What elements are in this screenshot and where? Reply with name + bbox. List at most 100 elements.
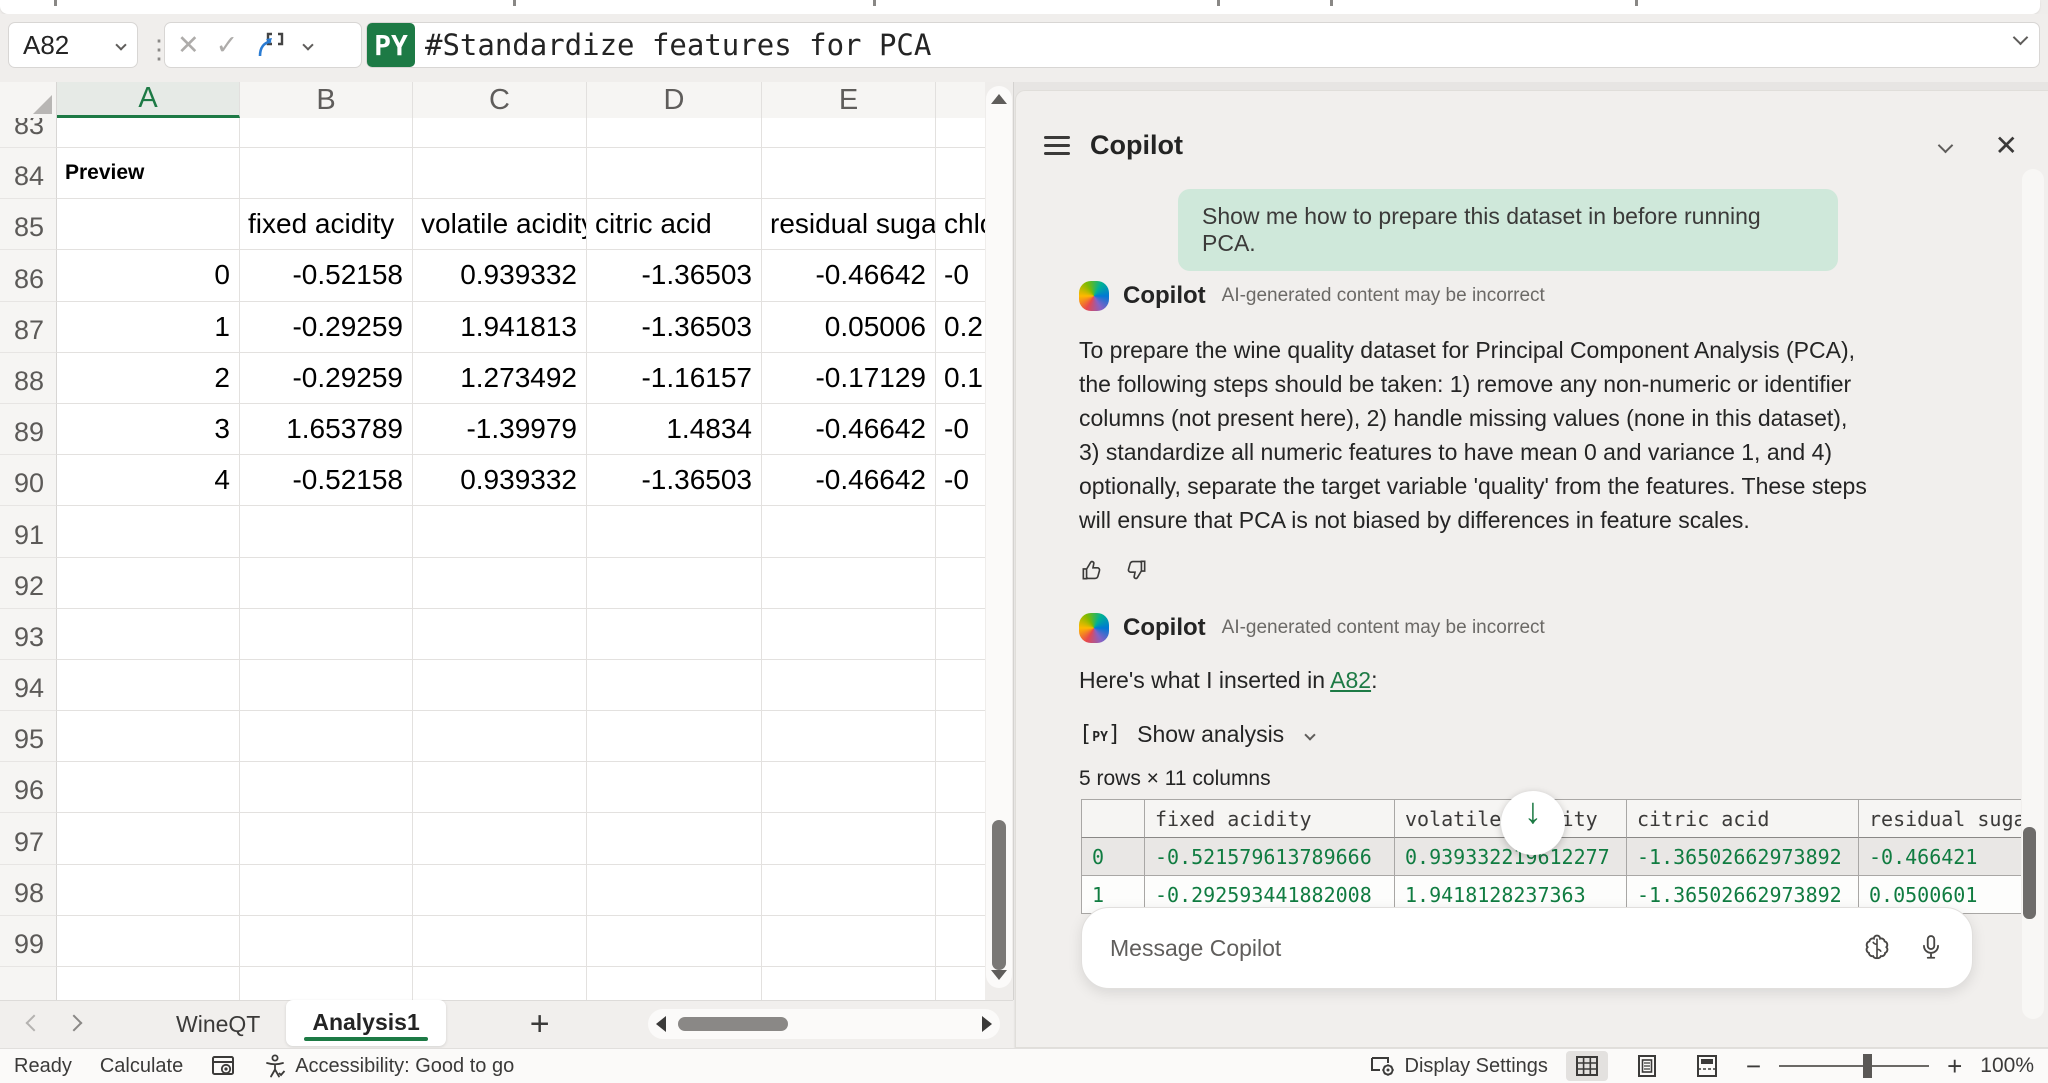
cell[interactable] [587,609,762,660]
tab-nav-right-icon[interactable] [54,1016,94,1034]
cell[interactable] [240,609,413,660]
cell[interactable] [57,506,240,557]
column-header-C[interactable]: C [413,82,587,118]
row-header-88[interactable]: 88 [0,353,57,404]
cell[interactable]: -1.36503 [587,250,762,301]
cell[interactable] [936,813,985,864]
cell[interactable] [936,865,985,916]
row-header-95[interactable]: 95 [0,711,57,762]
cell[interactable] [587,660,762,711]
cell[interactable] [240,118,413,148]
row-header-99[interactable]: 99 [0,916,57,967]
cell[interactable]: citric acid [587,199,762,250]
row-header-97[interactable]: 97 [0,813,57,864]
cell[interactable]: 1.273492 [413,353,587,404]
sheet-horizontal-scrollbar[interactable] [648,1009,1000,1039]
row-header-83[interactable]: 83 [0,118,57,148]
hscroll-right-icon[interactable] [982,1016,992,1032]
cell[interactable] [587,148,762,199]
cell[interactable]: -0.46642 [762,250,936,301]
row-header-92[interactable]: 92 [0,558,57,609]
row-header-89[interactable]: 89 [0,404,57,455]
select-all-corner[interactable] [0,82,57,118]
view-page-break-button[interactable] [1686,1051,1728,1081]
cell[interactable] [762,916,936,967]
cell[interactable] [936,506,985,557]
cell[interactable]: 1.653789 [240,404,413,455]
cell[interactable] [762,118,936,148]
inserted-cell-link[interactable]: A82 [1330,667,1371,693]
cell[interactable] [936,660,985,711]
column-header-A[interactable]: A [57,82,240,118]
cell[interactable] [413,558,587,609]
row-header-94[interactable]: 94 [0,660,57,711]
cell[interactable] [57,967,240,1000]
cell[interactable] [587,865,762,916]
cell[interactable] [762,813,936,864]
display-settings-button[interactable]: Display Settings [1369,1054,1548,1078]
cell[interactable] [413,148,587,199]
column-header-partial[interactable] [936,82,985,118]
cell[interactable] [240,762,413,813]
menu-icon[interactable] [1044,131,1070,161]
cell[interactable] [57,711,240,762]
row-header-90[interactable]: 90 [0,455,57,506]
zoom-out-button[interactable]: − [1746,1051,1761,1082]
cell[interactable] [762,865,936,916]
cell[interactable]: -0.52158 [240,455,413,506]
zoom-slider[interactable] [1779,1065,1929,1067]
cell[interactable]: 0.939332 [413,250,587,301]
cell[interactable] [587,506,762,557]
thumbs-down-icon[interactable] [1123,557,1149,583]
cell[interactable] [762,148,936,199]
cell[interactable]: 0.1 [936,353,985,404]
cell[interactable]: -0.29259 [240,302,413,353]
cell[interactable] [57,762,240,813]
name-box-chevron-icon[interactable] [115,39,126,50]
cell[interactable] [587,558,762,609]
cell[interactable]: 1.941813 [413,302,587,353]
panel-close-icon[interactable]: ✕ [1995,129,2018,162]
cell[interactable] [413,118,587,148]
tab-nav-left-icon[interactable] [14,1016,54,1034]
cell[interactable]: -1.36503 [587,455,762,506]
cell[interactable] [57,609,240,660]
sheet-hscroll-thumb[interactable] [678,1017,788,1031]
cell[interactable] [57,813,240,864]
cell[interactable] [240,967,413,1000]
cancel-icon[interactable]: ✕ [177,32,200,59]
add-sheet-button[interactable]: + [530,1005,550,1044]
cell[interactable]: 0 [57,250,240,301]
cell[interactable] [57,199,240,250]
cell[interactable] [240,506,413,557]
row-header-85[interactable]: 85 [0,199,57,250]
cell[interactable]: 2 [57,353,240,404]
cell[interactable] [936,118,985,148]
view-normal-button[interactable] [1566,1051,1608,1081]
brain-icon[interactable] [1862,933,1892,963]
cell[interactable]: Preview [57,148,240,199]
cell[interactable] [762,711,936,762]
row-header-93[interactable]: 93 [0,609,57,660]
row-header-98[interactable]: 98 [0,865,57,916]
cell[interactable]: volatile acidity [413,199,587,250]
column-header-D[interactable]: D [587,82,762,118]
cell[interactable] [587,813,762,864]
cell[interactable] [413,916,587,967]
cell[interactable] [413,506,587,557]
cell[interactable] [936,609,985,660]
cell[interactable]: 4 [57,455,240,506]
cell[interactable] [936,762,985,813]
cell[interactable] [587,711,762,762]
cell[interactable] [587,118,762,148]
cell[interactable] [762,506,936,557]
message-input[interactable] [1110,935,1836,962]
cell[interactable] [936,711,985,762]
cell[interactable] [413,762,587,813]
cell[interactable] [240,916,413,967]
cell[interactable] [936,148,985,199]
panel-collapse-chevron-icon[interactable] [1937,138,1953,154]
cell[interactable] [762,762,936,813]
cell[interactable] [57,558,240,609]
row-header-84[interactable]: 84 [0,148,57,199]
